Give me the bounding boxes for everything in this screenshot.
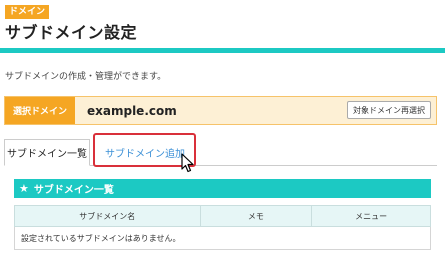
selected-domain-label: 選択ドメイン xyxy=(5,97,75,124)
page-description: サブドメインの作成・管理ができます。 xyxy=(5,72,167,82)
column-header-memo: メモ xyxy=(199,205,313,227)
column-header-menu: メニュー xyxy=(311,205,431,227)
star-icon: ★ xyxy=(19,182,29,195)
page-title: サブドメイン設定 xyxy=(5,23,138,42)
category-badge: ドメイン xyxy=(5,5,50,19)
subdomain-table: サブドメイン名 メモ メニュー 設定されているサブドメインはありません。 xyxy=(14,205,431,250)
selected-domain-value: example.com xyxy=(87,103,177,118)
tab-subdomain-list[interactable]: サブドメイン一覧 xyxy=(4,139,90,166)
column-header-subdomain-name: サブドメイン名 xyxy=(14,205,201,227)
table-row: 設定されているサブドメインはありません。 xyxy=(14,226,431,250)
section-header: ★ サブドメイン一覧 xyxy=(14,179,431,198)
title-divider xyxy=(0,48,445,53)
table-header-row: サブドメイン名 メモ メニュー xyxy=(14,205,431,227)
section-title: サブドメイン一覧 xyxy=(33,185,114,196)
reselect-domain-button[interactable]: 対象ドメイン再選択 xyxy=(347,101,431,119)
mouse-cursor-icon xyxy=(181,153,194,173)
empty-message: 設定されているサブドメインはありません。 xyxy=(14,226,431,250)
selected-domain-panel: 選択ドメイン example.com 対象ドメイン再選択 xyxy=(4,96,437,125)
tab-subdomain-add[interactable]: サブドメイン追加 xyxy=(96,139,194,166)
